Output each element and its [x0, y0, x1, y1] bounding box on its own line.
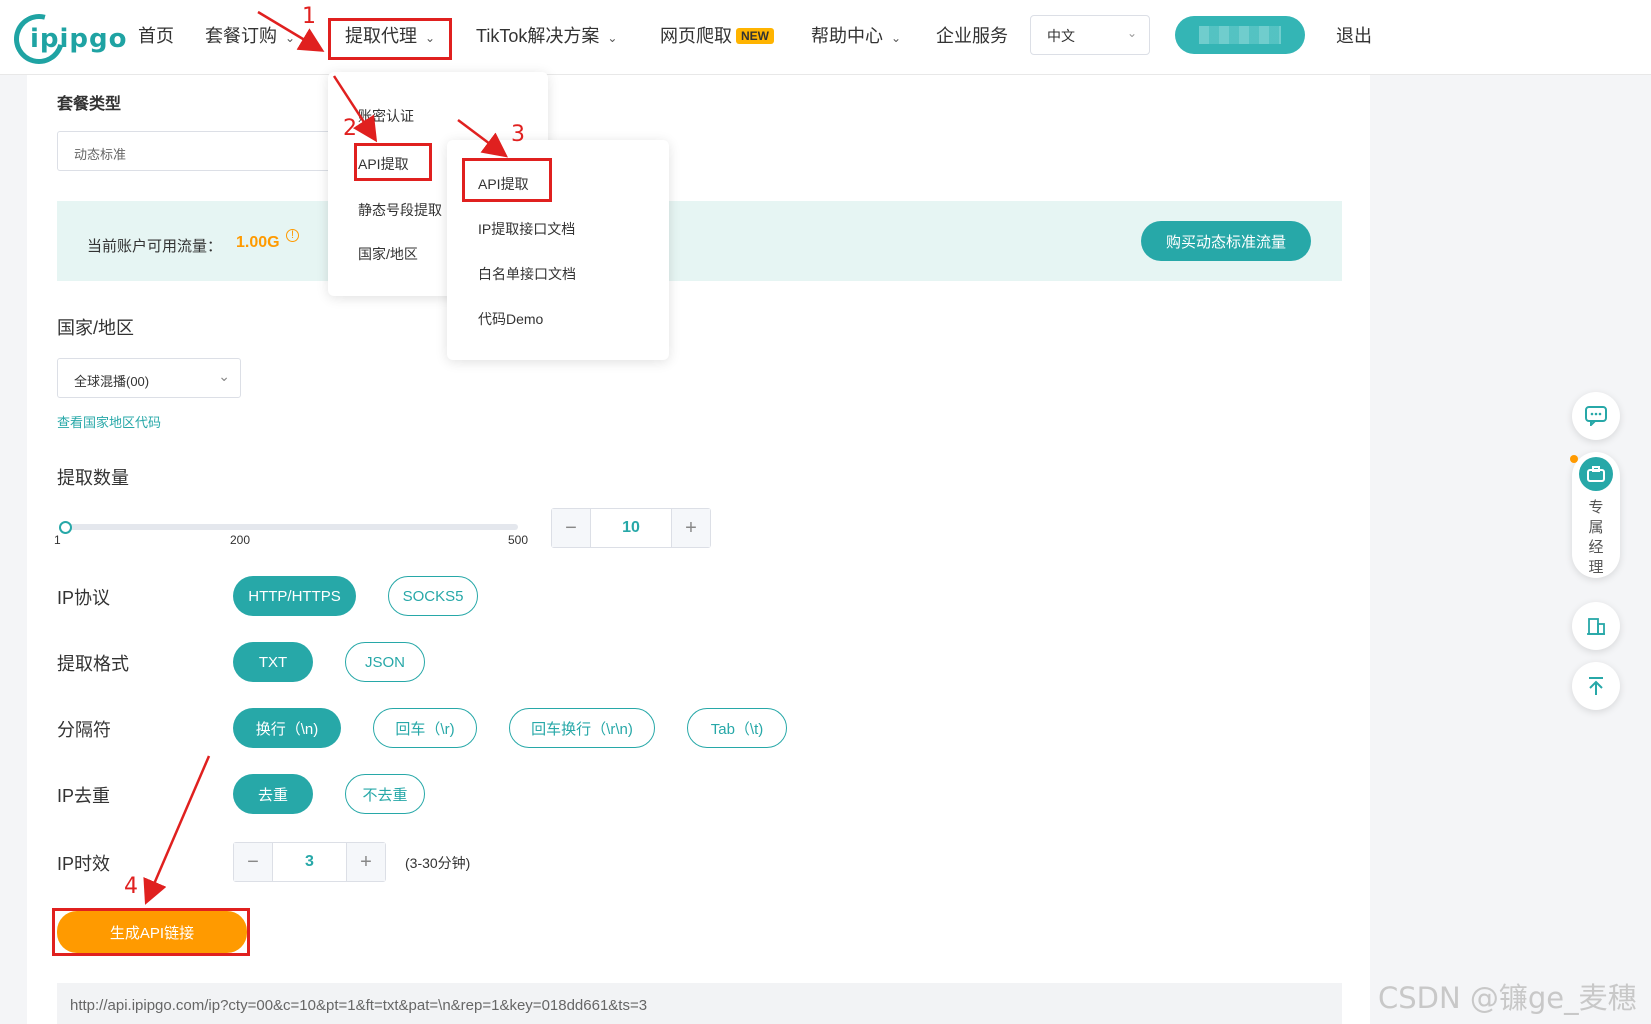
- briefcase-icon: [1579, 457, 1613, 491]
- chat-icon[interactable]: [1572, 392, 1620, 440]
- building-icon[interactable]: [1572, 602, 1620, 650]
- manager-label: 专属经理: [1588, 499, 1604, 576]
- notification-dot: [1570, 455, 1578, 463]
- arrow-3: [457, 119, 508, 158]
- dedicated-manager-button[interactable]: 专属经理: [1570, 452, 1620, 578]
- csdn-watermark: CSDN @镰ge_麦穗: [1378, 981, 1637, 1015]
- annotation-arrows: [143, 10, 508, 905]
- arrow-2: [332, 75, 378, 143]
- arrow-1: [257, 10, 325, 52]
- arrow-4: [143, 755, 211, 905]
- back-to-top-icon[interactable]: [1572, 662, 1620, 710]
